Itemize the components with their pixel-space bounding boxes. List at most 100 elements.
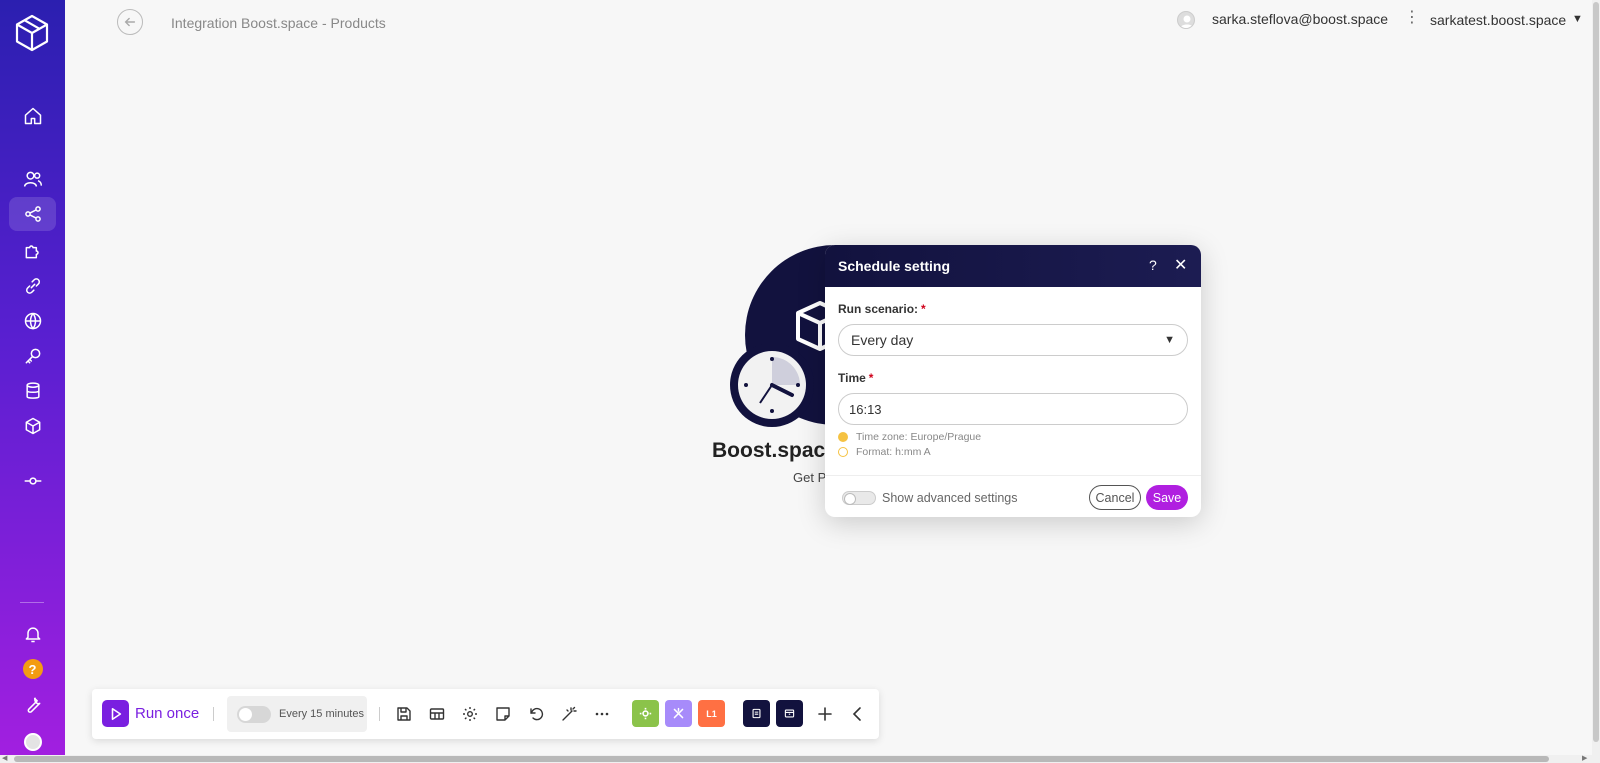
sidebar: ? [0,0,65,763]
time-label-text: Time [838,371,866,385]
required-marker: * [868,371,874,385]
user-avatar-icon[interactable] [1177,11,1195,29]
add-icon[interactable] [815,704,835,724]
format-hint-text: Format: h:mm A [856,446,931,458]
scroll-right-icon[interactable]: ▶ [1582,755,1587,763]
organization-selector[interactable]: sarkatest.boost.space [1430,12,1566,28]
database-icon [25,382,40,399]
advanced-settings-toggle[interactable] [842,491,876,505]
sidebar-item-users[interactable] [9,162,56,196]
dialog-divider [825,475,1201,476]
page-title: Integration Boost.space - Products [171,15,386,31]
avatar-icon [23,733,42,751]
back-button[interactable] [117,9,143,35]
boost-space-app-button[interactable] [776,700,803,727]
undo-icon[interactable] [526,704,546,724]
scheduling-control[interactable]: Every 15 minutes [227,696,367,732]
time-input[interactable] [838,393,1188,425]
sidebar-item-apps[interactable] [9,234,56,268]
sidebar-item-keys[interactable] [9,339,56,373]
run-scenario-select[interactable]: Every day ▼ [838,324,1188,356]
run-scenario-value: Every day [851,332,914,348]
boost-space-module-button[interactable] [743,700,770,727]
sidebar-divider [20,602,44,603]
sidebar-item-profile[interactable] [9,725,56,759]
dialog-help-icon[interactable]: ? [1149,257,1157,273]
sidebar-item-webhooks[interactable] [9,304,56,338]
module-subtitle: Get P [793,470,827,485]
schedule-setting-dialog: Schedule setting ? ✕ Run scenario: * Ever… [825,245,1201,517]
save-icon[interactable] [394,704,414,724]
caret-down-icon[interactable]: ▼ [1572,13,1583,25]
time-label: Time * [838,371,873,385]
sidebar-item-tools[interactable] [9,688,56,722]
dialog-header: Schedule setting ? ✕ [825,245,1201,287]
schedule-clock[interactable] [730,343,814,427]
gear-icon [639,707,652,720]
scheduling-label: Every 15 minutes [279,708,364,720]
sidebar-item-connections[interactable] [9,269,56,303]
key-icon [25,348,40,364]
help-icon: ? [22,659,43,679]
sidebar-item-scenarios[interactable] [9,197,56,231]
user-email[interactable]: sarka.steflova@boost.space [1212,11,1388,27]
format-hint: Format: h:mm A [838,446,931,458]
home-icon [24,107,41,125]
flow-control-icon [673,707,684,719]
save-button[interactable]: Save [1146,485,1188,510]
sidebar-item-help[interactable]: ? [9,652,56,686]
horizontal-scrollbar-thumb[interactable] [14,756,1549,762]
caret-down-icon: ▼ [1164,334,1175,346]
sidebar-item-devices[interactable] [9,464,56,498]
toolbar-divider [379,707,380,721]
clock-icon [738,351,806,419]
toolbar-divider [213,707,214,721]
dialog-close-icon[interactable]: ✕ [1174,255,1187,275]
scheduling-toggle[interactable] [237,706,271,723]
link-icon [25,278,40,294]
run-scenario-label-text: Run scenario: [838,302,919,316]
commit-icon [24,477,41,485]
flow-control-button[interactable] [665,700,692,727]
sidebar-item-notifications[interactable] [9,617,56,651]
cancel-button[interactable]: Cancel [1089,485,1141,510]
run-scenario-label: Run scenario: * [838,302,926,316]
text-parser-button[interactable]: L1 [698,700,725,727]
scenario-toolbar: Run once Every 15 minutes L1 [92,689,879,739]
notes-icon[interactable] [493,704,513,724]
sidebar-item-home[interactable] [9,99,56,133]
more-icon[interactable] [592,704,612,724]
collapse-chevron-icon[interactable] [848,704,868,724]
magic-wand-icon[interactable] [559,704,579,724]
run-once-button[interactable] [102,700,129,727]
layout-icon[interactable] [427,704,447,724]
users-icon [23,171,42,187]
horizontal-scrollbar[interactable]: ◀ ▶ [0,755,1592,763]
bell-icon [25,627,40,643]
globe-icon [24,312,41,330]
play-icon [111,707,121,720]
boost-space-logo-icon[interactable] [15,14,49,52]
cube-icon [25,417,40,435]
module-name: Boost.space [712,439,837,462]
arrow-left-icon [124,17,136,27]
vertical-scrollbar-thumb[interactable] [1593,2,1599,742]
clock-hint-icon [838,447,848,457]
timezone-hint-text: Time zone: Europe/Prague [856,431,982,443]
required-marker: * [921,302,926,316]
document-icon [752,708,761,719]
puzzle-icon [25,245,39,259]
sidebar-item-data-structures[interactable] [9,409,56,443]
advanced-settings-label[interactable]: Show advanced settings [882,491,1018,505]
globe-hint-icon [838,432,848,442]
box-icon [784,709,795,718]
vertical-scrollbar[interactable] [1592,0,1600,763]
kebab-menu-icon[interactable]: ⋮ [1404,10,1420,26]
settings-gear-icon[interactable] [460,704,480,724]
share-icon [24,206,41,222]
run-once-label[interactable]: Run once [135,705,199,722]
sidebar-item-data-stores[interactable] [9,374,56,408]
tools-module-button[interactable] [632,700,659,727]
scroll-left-icon[interactable]: ◀ [2,755,7,763]
dialog-title: Schedule setting [838,258,951,274]
